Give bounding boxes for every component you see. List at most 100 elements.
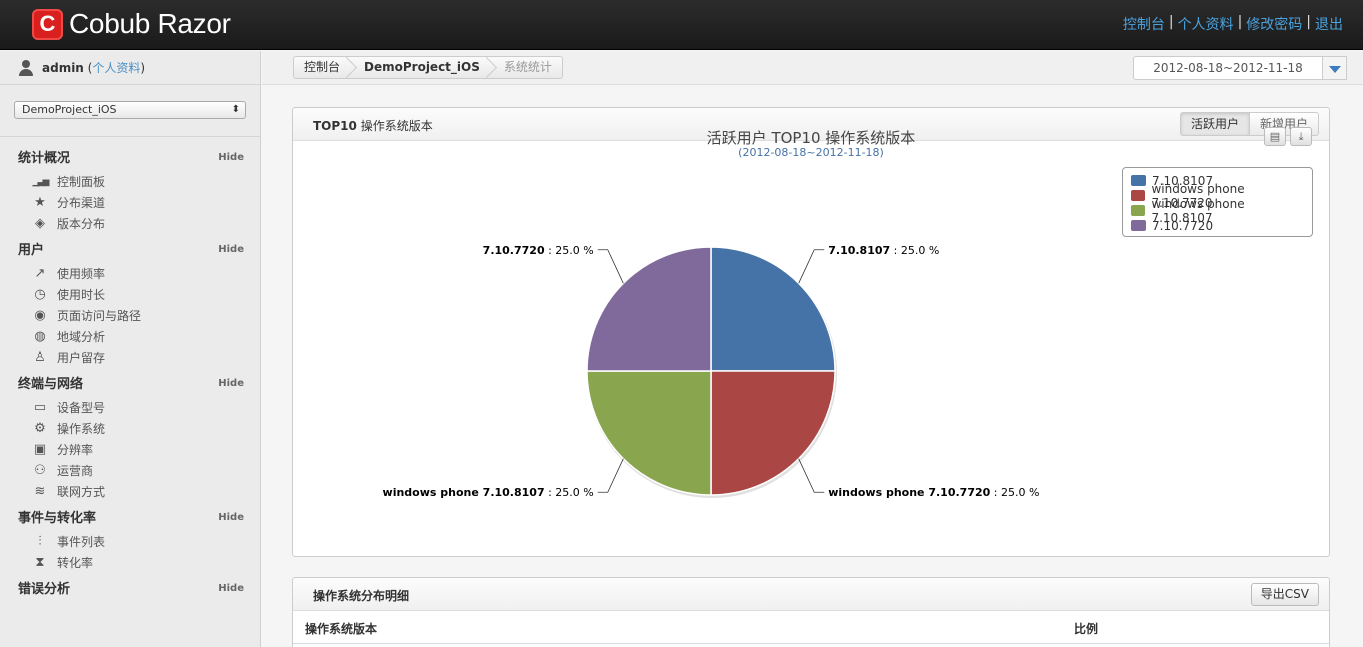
sidebar-item[interactable]: ≋ 联网方式: [18, 481, 260, 502]
paren: ): [140, 60, 146, 75]
sidebar-item-label: 分布渠道: [57, 196, 106, 210]
sidebar-item[interactable]: ◷ 使用时长: [18, 284, 260, 305]
sidebar-item-label: 联网方式: [57, 485, 106, 499]
data-label-name: windows phone 7.10.7720: [828, 486, 990, 499]
link-logout[interactable]: 退出: [1315, 14, 1343, 34]
project-select[interactable]: DemoProject_iOS: [14, 101, 246, 119]
detail-panel-title: 操作系统分布明细: [313, 589, 410, 603]
sidebar-item[interactable]: ▣ 分辨率: [18, 439, 260, 460]
section-hide-toggle[interactable]: Hide: [218, 507, 244, 529]
top-navbar: C Cobub Razor 控制台 | 个人资料 | 修改密码 | 退出: [0, 0, 1363, 50]
sidebar-item-label: 设备型号: [57, 401, 106, 415]
sidebar-section: 统计概况 Hide ▁▃▅ 控制面板 ★ 分布渠道 ◈ 版本分布: [0, 147, 260, 234]
data-label-name: 7.10.8107: [828, 244, 890, 257]
gear-icon: ⚙: [34, 421, 46, 436]
bar-chart-icon: ▁▃▅: [32, 176, 50, 187]
legend-swatch: [1131, 175, 1146, 186]
magnifier-icon: ◉: [34, 308, 46, 323]
top-links: 控制台 | 个人资料 | 修改密码 | 退出: [1123, 14, 1343, 34]
sidebar-item-label: 地域分析: [57, 330, 106, 344]
column-ratio[interactable]: 比例: [1074, 620, 1098, 637]
breadcrumb-home[interactable]: 控制台: [294, 57, 350, 78]
sidebar-item[interactable]: ↗ 使用频率: [18, 263, 260, 284]
sidebar-item[interactable]: ⫶ 事件列表: [18, 531, 260, 552]
divider: |: [1168, 14, 1174, 30]
logo-letter: C: [39, 11, 56, 36]
link-dashboard[interactable]: 控制台: [1123, 14, 1165, 34]
sidebar-item[interactable]: ♙ 用户留存: [18, 347, 260, 368]
clock-icon: ◷: [34, 287, 46, 302]
sidebar-item[interactable]: ◉ 页面访问与路径: [18, 305, 260, 326]
sidebar-item-label: 事件列表: [57, 535, 106, 549]
breadcrumb: 控制台 DemoProject_iOS 系统统计: [293, 56, 563, 79]
trend-icon: ↗: [34, 266, 46, 281]
sliders-icon: ⫶: [38, 534, 42, 549]
sidebar-item-label: 页面访问与路径: [57, 309, 142, 323]
data-label: windows phone 7.10.7720 : 25.0 %: [828, 486, 1039, 499]
sidebar-section: 用户 Hide ↗ 使用频率 ◷ 使用时长 ◉ 页面访问与路径 ◍ 地域分析 ♙ 用户留存: [0, 239, 260, 368]
data-label: 7.10.8107 : 25.0 %: [828, 244, 939, 257]
section-hide-toggle[interactable]: Hide: [218, 239, 244, 261]
pie-slice[interactable]: [586, 370, 712, 496]
sidebar-item[interactable]: ▁▃▅ 控制面板: [18, 171, 260, 192]
sidebar-item-label: 用户留存: [57, 351, 106, 365]
laptop-icon: ▭: [33, 400, 47, 415]
sidebar-item-label: 运营商: [57, 464, 94, 478]
chart-legend: 7.10.8107 windows phone 7.10.7720 windows …: [1122, 167, 1313, 237]
user-profile-link[interactable]: 个人资料: [92, 59, 140, 76]
section-hide-toggle[interactable]: Hide: [218, 578, 244, 600]
paren: (: [83, 60, 93, 75]
data-label: 7.10.7720 : 25.0 %: [483, 244, 594, 257]
date-dropdown-button[interactable]: [1323, 56, 1347, 80]
sidebar-item-label: 操作系统: [57, 422, 106, 436]
chart-panel: TOP10 操作系统版本 活跃用户 新增用户 活跃用户 TOP10 操作系统版本…: [292, 107, 1330, 557]
sidebar-item[interactable]: ◍ 地域分析: [18, 326, 260, 347]
breadcrumb-home-label[interactable]: 控制台: [304, 60, 340, 74]
sidebar-item[interactable]: ★ 分布渠道: [18, 192, 260, 213]
sidebar-item[interactable]: ⧗ 转化率: [18, 552, 260, 573]
tv-icon: ▣: [33, 442, 47, 457]
sidebar-item[interactable]: ⚙ 操作系统: [18, 418, 260, 439]
sidebar-section: 事件与转化率 Hide ⫶ 事件列表 ⧗ 转化率: [0, 507, 260, 573]
data-label-connector: [798, 249, 825, 284]
data-label-value: : 25.0 %: [990, 486, 1039, 499]
pie-slice[interactable]: [710, 246, 836, 372]
data-label-connector: [597, 458, 624, 493]
breadcrumb-bar: 控制台 DemoProject_iOS 系统统计 2012-08-18~2012…: [262, 51, 1363, 85]
detail-panel: 操作系统分布明细 导出CSV 操作系统版本 比例: [292, 577, 1330, 647]
star-icon: ★: [34, 195, 46, 210]
pie-slice[interactable]: [586, 246, 712, 372]
sidebar-item[interactable]: ◈ 版本分布: [18, 213, 260, 234]
section-hide-toggle[interactable]: Hide: [218, 147, 244, 169]
data-label-name: windows phone 7.10.8107: [383, 486, 545, 499]
link-change-password[interactable]: 修改密码: [1246, 14, 1302, 34]
legend-swatch: [1131, 220, 1146, 231]
detail-panel-header: 操作系统分布明细 导出CSV: [293, 578, 1329, 611]
export-csv-button[interactable]: 导出CSV: [1250, 583, 1319, 606]
sidebar-section: 终端与网络 Hide ▭ 设备型号 ⚙ 操作系统 ▣ 分辨率 ⚇ 运营商 ≋ 联网方式: [0, 373, 260, 502]
data-label: windows phone 7.10.8107 : 25.0 %: [383, 486, 594, 499]
pie-slice[interactable]: [710, 370, 836, 496]
legend-label: 7.10.7720: [1152, 218, 1214, 233]
legend-item[interactable]: windows phone 7.10.8107: [1131, 197, 1304, 225]
user-name: admin: [42, 60, 84, 75]
app-name: Cobub Razor: [69, 8, 231, 39]
wifi-icon: ≋: [34, 484, 46, 499]
project-selector-row: DemoProject_iOS: [0, 85, 260, 137]
app-logo[interactable]: C Cobub Razor: [32, 8, 231, 40]
breadcrumb-project-label[interactable]: DemoProject_iOS: [364, 60, 480, 74]
divider: |: [1237, 14, 1243, 30]
divider: |: [1306, 14, 1311, 30]
link-profile[interactable]: 个人资料: [1178, 14, 1234, 34]
legend-swatch: [1131, 190, 1146, 201]
date-range-input[interactable]: 2012-08-18~2012-11-18: [1133, 56, 1323, 80]
sidebar-item-label: 控制面板: [57, 175, 106, 189]
sidebar-item[interactable]: ⚇ 运营商: [18, 460, 260, 481]
breadcrumb-project[interactable]: DemoProject_iOS: [350, 57, 490, 78]
sidebar-item[interactable]: ▭ 设备型号: [18, 397, 260, 418]
column-os-version[interactable]: 操作系统版本: [305, 620, 377, 637]
legend-swatch: [1131, 205, 1146, 216]
section-hide-toggle[interactable]: Hide: [218, 373, 244, 395]
data-label-connector: [597, 249, 624, 284]
sidebar-section: 错误分析 Hide: [0, 578, 260, 602]
